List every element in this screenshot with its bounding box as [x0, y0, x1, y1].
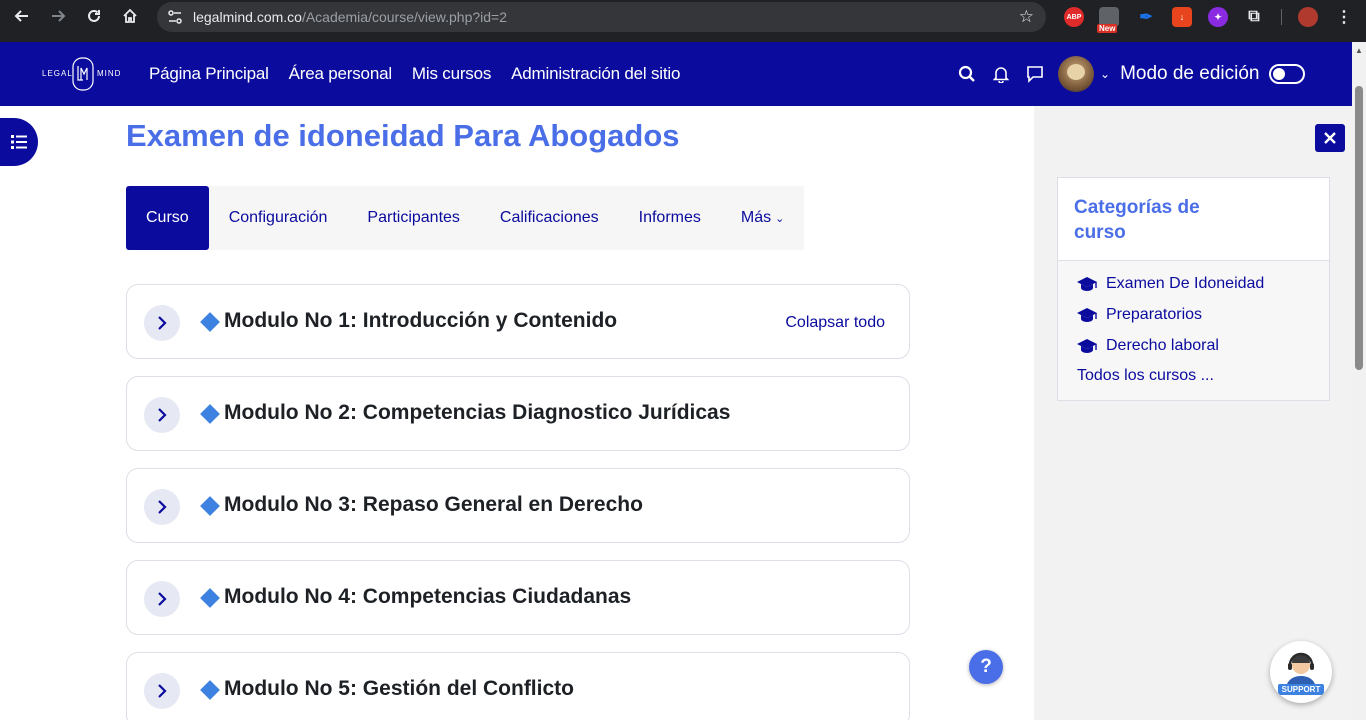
diamond-icon: [200, 496, 220, 516]
course-section: Modulo No 4: Competencias Ciudadanas: [126, 560, 910, 635]
support-widget-button[interactable]: SUPPORT: [1270, 641, 1332, 703]
avatar[interactable]: [1058, 56, 1094, 92]
edit-mode-toggle[interactable]: [1268, 64, 1305, 84]
close-icon: [1324, 132, 1336, 144]
help-button[interactable]: ?: [969, 650, 1003, 684]
diamond-icon: [200, 680, 220, 700]
all-courses-link[interactable]: Todos los cursos ...: [1077, 367, 1214, 385]
category-list: Examen De Idoneidad Preparatorios Derech…: [1058, 260, 1329, 400]
bookmark-star-icon[interactable]: ☆: [1019, 7, 1034, 27]
course-tabs: Curso Configuración Participantes Califi…: [126, 186, 805, 250]
diamond-icon: [200, 312, 220, 332]
chevron-right-icon: [158, 592, 167, 606]
course-categories-block: Categorías de curso Examen De Idoneidad …: [1057, 177, 1330, 401]
chrome-menu-icon[interactable]: ⋮: [1334, 7, 1354, 27]
search-icon[interactable]: [950, 57, 984, 91]
page-title: Examen de idoneidad Para Abogados: [126, 118, 680, 153]
download-extension-icon[interactable]: ↓: [1172, 7, 1192, 27]
chevron-right-icon: [158, 684, 167, 698]
scroll-thumb[interactable]: [1355, 86, 1363, 370]
category-label: Preparatorios: [1106, 306, 1203, 323]
nav-link-my-courses[interactable]: Mis cursos: [412, 64, 491, 84]
course-section: Modulo No 2: Competencias Diagnostico Ju…: [126, 376, 910, 451]
adblock-extension-icon[interactable]: ABP: [1064, 7, 1084, 27]
category-label: Examen De Idoneidad: [1106, 275, 1265, 292]
expand-section-button[interactable]: [144, 673, 180, 709]
graduation-cap-icon: [1077, 308, 1097, 322]
browser-toolbar: legalmind.com.co/Academia/course/view.ph…: [0, 0, 1366, 42]
edit-mode-label: Modo de edición: [1120, 63, 1260, 84]
course-section: Modulo No 1: Introducción y Contenido Co…: [126, 284, 910, 359]
nav-link-home[interactable]: Página Principal: [149, 64, 269, 84]
tab-course[interactable]: Curso: [126, 186, 209, 250]
collapse-all-link[interactable]: Colapsar todo: [785, 314, 885, 332]
address-bar[interactable]: legalmind.com.co/Academia/course/view.ph…: [157, 2, 1046, 32]
section-title[interactable]: Modulo No 2: Competencias Diagnostico Ju…: [224, 401, 730, 425]
site-navbar: LEGAL MIND Página Principal Área persona…: [0, 42, 1352, 106]
tab-more[interactable]: Más ⌄: [721, 186, 804, 250]
toolbar-divider: [1281, 9, 1282, 25]
diamond-icon: [200, 588, 220, 608]
chevron-down-icon[interactable]: ⌄: [1100, 67, 1110, 81]
pinwheel-extension-icon[interactable]: ✦: [1208, 7, 1228, 27]
url-path: /Academia/course/view.php?id=2: [301, 9, 508, 25]
section-title[interactable]: Modulo No 5: Gestión del Conflicto: [224, 677, 574, 701]
graduation-cap-icon: [1077, 339, 1097, 353]
expand-section-button[interactable]: [144, 581, 180, 617]
nav-link-site-admin[interactable]: Administración del sitio: [511, 64, 680, 84]
category-item[interactable]: Preparatorios: [1076, 306, 1202, 324]
back-icon[interactable]: [4, 0, 40, 32]
section-title[interactable]: Modulo No 1: Introducción y Contenido: [224, 309, 617, 333]
tab-participants[interactable]: Participantes: [347, 186, 480, 250]
course-section: Modulo No 3: Repaso General en Derecho: [126, 468, 910, 543]
course-index-toggle[interactable]: [0, 118, 38, 166]
reload-icon[interactable]: [76, 0, 112, 32]
tab-settings[interactable]: Configuración: [209, 186, 348, 250]
logo-text-left: LEGAL: [42, 69, 73, 78]
category-item[interactable]: Examen De Idoneidad: [1076, 275, 1264, 293]
pen-extension-icon[interactable]: ✒: [1136, 7, 1156, 27]
list-icon: [11, 135, 27, 149]
scroll-up-icon[interactable]: ▲: [1355, 46, 1363, 55]
messages-icon[interactable]: [1018, 57, 1052, 91]
nav-link-dashboard[interactable]: Área personal: [289, 64, 392, 84]
category-item[interactable]: Derecho laboral: [1076, 337, 1219, 355]
diamond-icon: [200, 404, 220, 424]
close-drawer-button[interactable]: [1315, 124, 1345, 152]
expand-section-button[interactable]: [144, 489, 180, 525]
user-menu-area: ⌄ Modo de edición: [950, 42, 1305, 106]
chevron-down-icon: ⌄: [775, 212, 785, 225]
profile-avatar-icon[interactable]: [1298, 7, 1318, 27]
url-host: legalmind.com.co: [193, 9, 302, 25]
tab-grades[interactable]: Calificaciones: [480, 186, 619, 250]
block-title: Categorías de curso: [1074, 197, 1200, 243]
category-label: Derecho laboral: [1106, 337, 1219, 354]
logo-text-right: MIND: [97, 69, 122, 78]
news-extension-icon[interactable]: New: [1097, 7, 1119, 33]
section-title[interactable]: Modulo No 3: Repaso General en Derecho: [224, 493, 643, 517]
expand-section-button[interactable]: [144, 305, 180, 341]
tab-reports[interactable]: Informes: [619, 186, 721, 250]
page-scrollbar[interactable]: ▲: [1352, 42, 1366, 720]
support-label: SUPPORT: [1278, 684, 1324, 695]
section-title[interactable]: Modulo No 4: Competencias Ciudadanas: [224, 585, 631, 609]
site-info-icon[interactable]: [167, 9, 183, 25]
home-icon[interactable]: [112, 0, 148, 32]
extensions-puzzle-icon[interactable]: ⧉: [1244, 7, 1264, 27]
graduation-cap-icon: [1077, 277, 1097, 291]
primary-navigation: Página Principal Área personal Mis curso…: [149, 42, 700, 106]
expand-section-button[interactable]: [144, 397, 180, 433]
chevron-right-icon: [158, 500, 167, 514]
tab-more-label: Más: [740, 209, 772, 226]
chevron-right-icon: [158, 408, 167, 422]
notification-bell-icon[interactable]: [984, 57, 1018, 91]
course-section: Modulo No 5: Gestión del Conflicto: [126, 652, 910, 720]
forward-icon[interactable]: [40, 0, 76, 32]
chevron-right-icon: [158, 316, 167, 330]
